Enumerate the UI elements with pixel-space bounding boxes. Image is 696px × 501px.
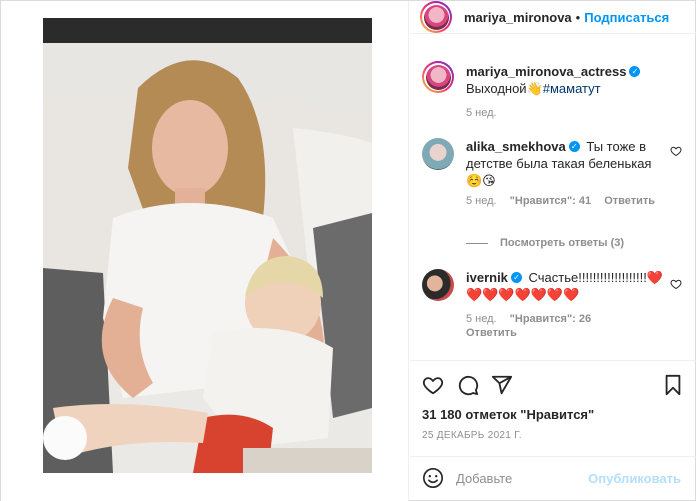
comment-avatar[interactable]	[422, 269, 454, 301]
replies-line	[466, 242, 488, 244]
view-replies-button[interactable]: Посмотреть ответы (3)	[466, 237, 624, 249]
publish-button[interactable]: Опубликовать	[588, 471, 681, 486]
verified-icon: ✓	[510, 272, 522, 284]
comment-meta-reply: Ответить	[466, 327, 527, 339]
view-replies-label: Посмотреть ответы (3)	[500, 237, 625, 249]
comment-text: ivernik ✓ Счастье!!!!!!!!!!!!!!!!!!!❤️❤️❤…	[466, 269, 666, 303]
comment-meta: 5 нед. "Нравится": 41 Ответить	[466, 195, 665, 207]
reply-button[interactable]: Ответить	[466, 327, 517, 339]
action-bar	[410, 360, 696, 405]
header-separator: •	[575, 9, 581, 25]
comment-like-icon[interactable]	[670, 278, 682, 290]
verified-icon: ✓	[568, 141, 580, 153]
reply-button[interactable]: Ответить	[604, 195, 655, 207]
caption-text: mariya_mironova_actress ✓ Выходной👋#мамат…	[466, 63, 666, 97]
comment-like-icon[interactable]	[670, 145, 682, 157]
comment-input[interactable]: Добавьте	[456, 471, 512, 486]
comment-username[interactable]: ivernik	[466, 270, 508, 285]
author-username[interactable]: mariya_mironova	[464, 10, 572, 25]
comment-likes[interactable]: "Нравится": 41	[510, 195, 591, 207]
comment-time[interactable]: 5 нед.	[466, 313, 497, 325]
comment-icon[interactable]	[457, 374, 479, 396]
comment-text: alika_smekhova ✓ Ты тоже в детстве была т…	[466, 138, 666, 189]
heart-icon[interactable]	[422, 374, 444, 396]
comment-meta: 5 нед. "Нравится": 26	[466, 313, 601, 325]
comment-likes[interactable]: "Нравится": 26	[510, 313, 591, 325]
comment-time[interactable]: 5 нед.	[466, 195, 497, 207]
verified-icon: ✓	[629, 66, 641, 78]
post-sidebar: mariya_mironova • Подписаться mariya_mir…	[410, 1, 696, 501]
caption-body: Выходной👋	[466, 81, 543, 96]
follow-button[interactable]: Подписаться	[584, 10, 669, 25]
caption-time[interactable]: 5 нед.	[466, 107, 497, 119]
post-frame: mariya_mironova • Подписаться mariya_mir…	[0, 0, 696, 501]
caption-meta: 5 нед.	[466, 107, 507, 119]
caption-username[interactable]: mariya_mironova_actress	[466, 64, 626, 79]
comment-avatar[interactable]	[422, 138, 454, 170]
caption-avatar[interactable]	[422, 61, 454, 93]
share-icon[interactable]	[491, 374, 513, 396]
post-date[interactable]: 25 ДЕКАБРЬ 2021 Г.	[422, 430, 522, 441]
likes-count[interactable]: 31 180 отметок "Нравится"	[422, 407, 594, 422]
post-photo[interactable]	[43, 18, 372, 473]
author-avatar[interactable]	[420, 1, 452, 33]
emoji-icon[interactable]	[422, 467, 444, 489]
post-media	[1, 1, 409, 501]
add-comment-bar: Добавьте Опубликовать	[410, 456, 696, 501]
post-header: mariya_mironova • Подписаться	[410, 1, 696, 34]
comment-username[interactable]: alika_smekhova	[466, 139, 566, 154]
bookmark-icon[interactable]	[662, 374, 684, 396]
caption-hashtag[interactable]: #маматут	[543, 81, 601, 96]
